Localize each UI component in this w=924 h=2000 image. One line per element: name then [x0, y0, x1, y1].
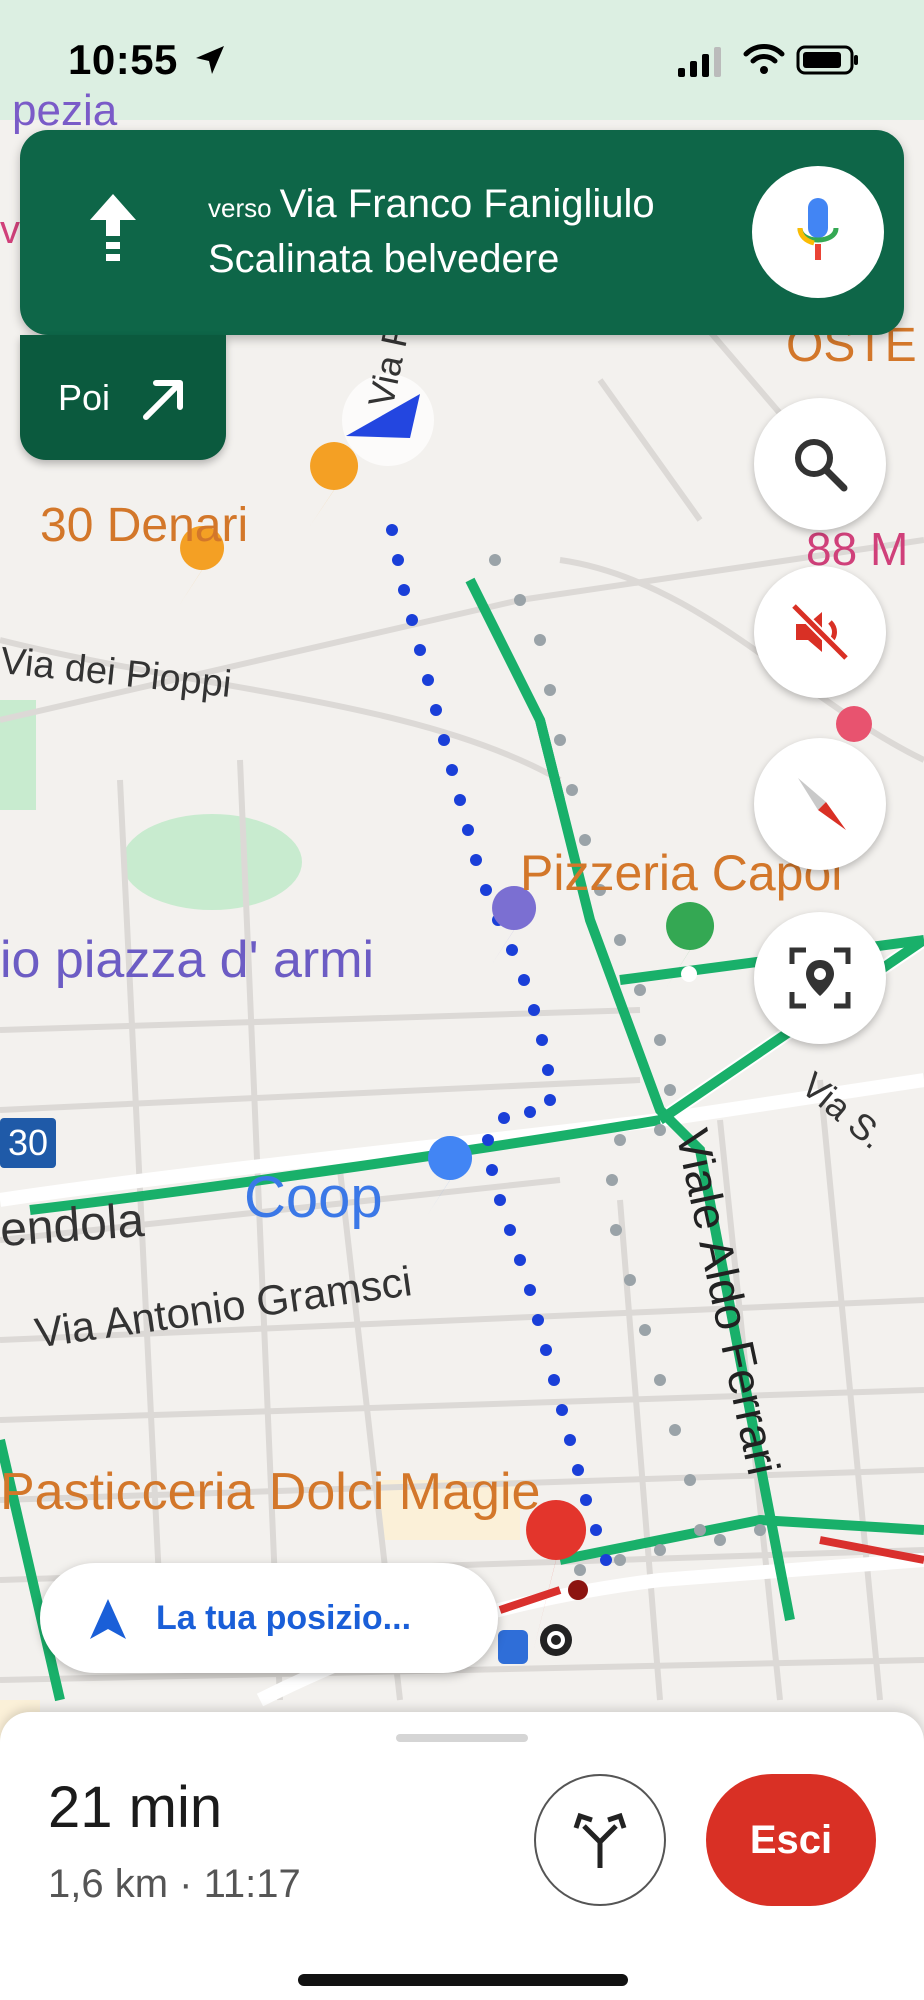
map-label-pasticceria: Pasticceria Dolci Magie	[0, 1463, 541, 1521]
compass-icon	[798, 778, 846, 830]
microphone-icon	[797, 198, 839, 260]
trip-summary-sheet[interactable]: 21 min 1,6 km · 11:17 Esci	[0, 1712, 924, 2000]
turn-right-icon	[143, 380, 183, 420]
trip-duration: 21 min	[48, 1775, 223, 1840]
recenter-location-button[interactable]	[754, 912, 886, 1044]
then-instruction-card[interactable]: Poi	[20, 335, 226, 460]
cellular-signal-icon	[678, 47, 721, 77]
toward-prefix: verso	[208, 193, 272, 223]
your-location-label: La tua posizio...	[156, 1599, 412, 1637]
location-services-icon	[196, 46, 224, 74]
home-indicator[interactable]	[298, 1974, 628, 1986]
next-street-name: Via Franco Fanigliulo	[279, 182, 655, 226]
map-label-piazza-darmi: io piazza d' armi	[0, 931, 375, 989]
trip-distance-arrival: 1,6 km · 11:17	[48, 1862, 301, 1906]
then-label: Poi	[58, 377, 111, 418]
compass-button[interactable]	[754, 738, 886, 870]
map-label-endola: endola	[0, 1194, 146, 1257]
map-label-30-denari: 30 Denari	[40, 499, 249, 552]
instruction-text: verso Via Franco Fanigliulo Scalinata be…	[208, 182, 655, 282]
status-bar: 10:55	[0, 0, 924, 120]
alternate-routes-button[interactable]	[534, 1774, 666, 1906]
route-number-badge: 30	[0, 1118, 57, 1168]
status-time: 10:55	[68, 36, 178, 83]
sheet-drag-handle[interactable]	[396, 1734, 528, 1742]
map-label-coop: Coop	[244, 1165, 383, 1230]
wifi-icon	[743, 44, 785, 74]
your-location-pill[interactable]: La tua posizio...	[40, 1563, 498, 1673]
navigation-arrow-icon	[90, 1599, 126, 1639]
battery-icon	[796, 45, 858, 75]
voice-search-button[interactable]	[752, 166, 884, 298]
straight-arrow-icon	[90, 194, 136, 261]
mute-voice-button[interactable]	[754, 566, 886, 698]
search-icon	[795, 439, 848, 492]
secondary-street: Scalinata belvedere	[208, 237, 560, 281]
search-along-route-button[interactable]	[754, 398, 886, 530]
exit-navigation-button[interactable]: Esci	[706, 1774, 876, 1906]
recenter-icon	[789, 947, 851, 1009]
navigation-instruction-banner[interactable]: verso Via Franco Fanigliulo Scalinata be…	[20, 130, 904, 335]
sound-off-icon	[790, 602, 850, 662]
fork-route-icon	[573, 1812, 627, 1868]
